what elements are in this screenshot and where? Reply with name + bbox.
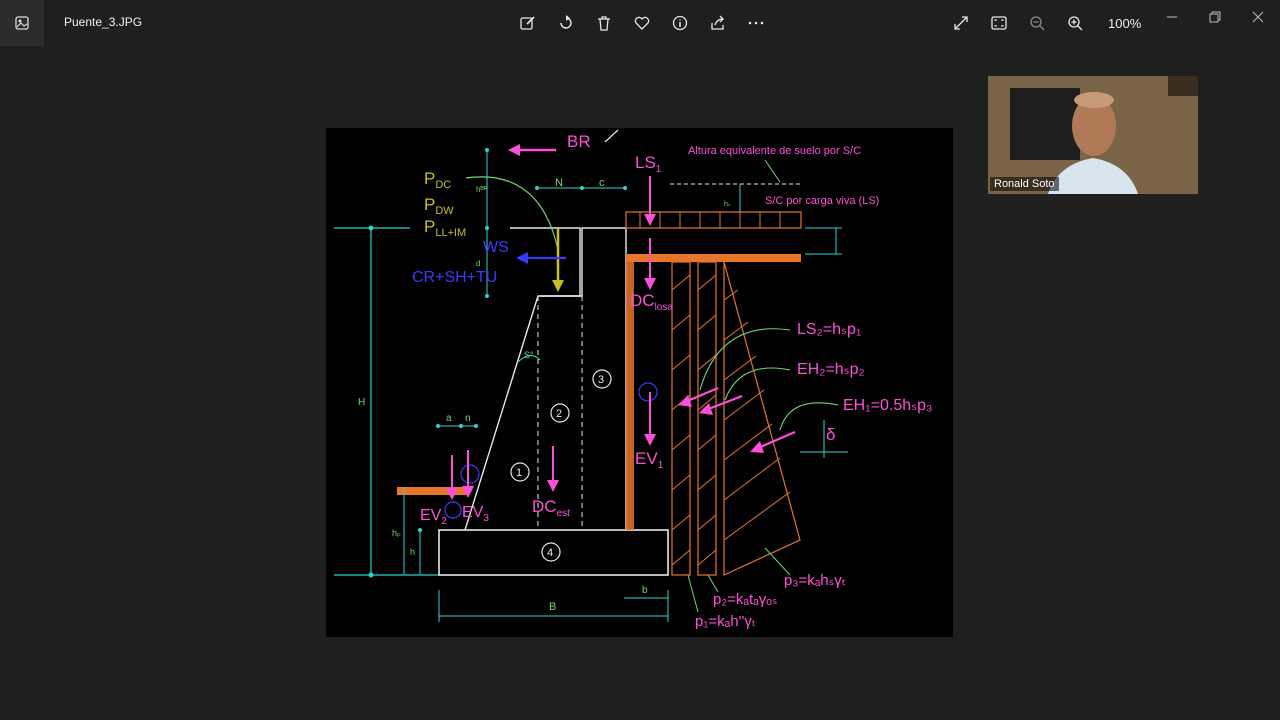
fit-window-icon[interactable] (986, 11, 1012, 35)
hp-dimension: hₚ (392, 528, 401, 538)
p3-label: p₃=kₐhₛγₜ (784, 572, 846, 589)
restore-icon[interactable] (1193, 6, 1236, 28)
c-dimension: c (599, 177, 605, 189)
p-ll-label: PLL+IM (424, 217, 466, 239)
h-small-dimension: h (410, 547, 415, 557)
photos-app-icon[interactable] (0, 0, 44, 46)
zoom-out-icon[interactable] (1024, 11, 1050, 35)
delta-label: δ (826, 425, 835, 444)
zoom-level[interactable]: 100% (1108, 16, 1148, 31)
abutment-diagram: H hₛ Altura equivalente de suelo por S/C… (334, 129, 933, 630)
view-tools: 100% (948, 11, 1148, 35)
delete-icon[interactable] (591, 11, 617, 35)
hs-label: hₛ (724, 201, 731, 208)
edit-image-icon[interactable] (515, 11, 541, 35)
participant-name: Ronald Soto (990, 177, 1059, 191)
fullscreen-icon[interactable] (948, 11, 974, 35)
n-dimension: N (555, 177, 563, 189)
dc-losa-label: DClosa (630, 291, 673, 313)
ev2-label: EV2 (420, 507, 447, 527)
height-label: H (358, 397, 365, 408)
title-bar: Puente_3.JPG 100% (0, 0, 1280, 46)
p-dc-label: PDC (424, 169, 451, 191)
live-load-note: S/C por carga viva (LS) (765, 195, 879, 207)
approach-slab (626, 254, 801, 262)
b-small-dimension: b (642, 585, 648, 596)
dc-est-label: DCest (532, 497, 570, 519)
a-dimension: a (446, 413, 452, 424)
b-width-label: B (549, 601, 556, 613)
p1-label: p₁=kₐh''γₜ (695, 613, 756, 630)
rotate-icon[interactable] (553, 11, 579, 35)
webcam-video[interactable]: Ronald Soto (988, 76, 1198, 194)
ls2-label: LS₂=hₛp₁ (797, 321, 861, 338)
eh2-label: EH₂=hₛp₂ (797, 361, 865, 378)
region-4: 4 (547, 547, 553, 559)
ev1-label: EV1 (635, 449, 664, 471)
file-name: Puente_3.JPG (64, 15, 143, 29)
equivalent-height-note: Altura equivalente de suelo por S/C (688, 145, 861, 157)
footing (438, 529, 669, 576)
window-controls (1150, 6, 1279, 28)
close-icon[interactable] (1236, 6, 1279, 28)
ls1-label: LS1 (635, 153, 662, 175)
favorite-icon[interactable] (629, 11, 655, 35)
image-toolbar (515, 11, 769, 35)
hbr-label: hᴮᴿ (476, 185, 488, 194)
n-small-dimension: n (465, 413, 471, 424)
share-icon[interactable] (705, 11, 731, 35)
ev3-label: EV3 (462, 504, 489, 524)
p2-label: p₂=kₐtₐγₒₛ (713, 591, 778, 608)
displayed-image[interactable]: H hₛ Altura equivalente de suelo por S/C… (326, 128, 953, 637)
angle-label: S° (524, 350, 534, 360)
region-1: 1 (516, 467, 522, 479)
pressure-triangle (723, 261, 801, 576)
cr-sh-tu-label: CR+SH+TU (412, 269, 497, 286)
region-2: 2 (556, 408, 562, 420)
info-icon[interactable] (667, 11, 693, 35)
region-3: 3 (598, 374, 604, 386)
braking-force-label: BR (567, 132, 591, 151)
minimize-icon[interactable] (1150, 6, 1193, 28)
eh1-label: EH₁=0.5hₛp₃ (843, 397, 933, 414)
d-dimension: d (476, 259, 480, 268)
wind-load-label: WS (483, 239, 509, 256)
p-dw-label: PDW (424, 195, 454, 217)
zoom-in-icon[interactable] (1062, 11, 1088, 35)
more-icon[interactable] (743, 11, 769, 35)
